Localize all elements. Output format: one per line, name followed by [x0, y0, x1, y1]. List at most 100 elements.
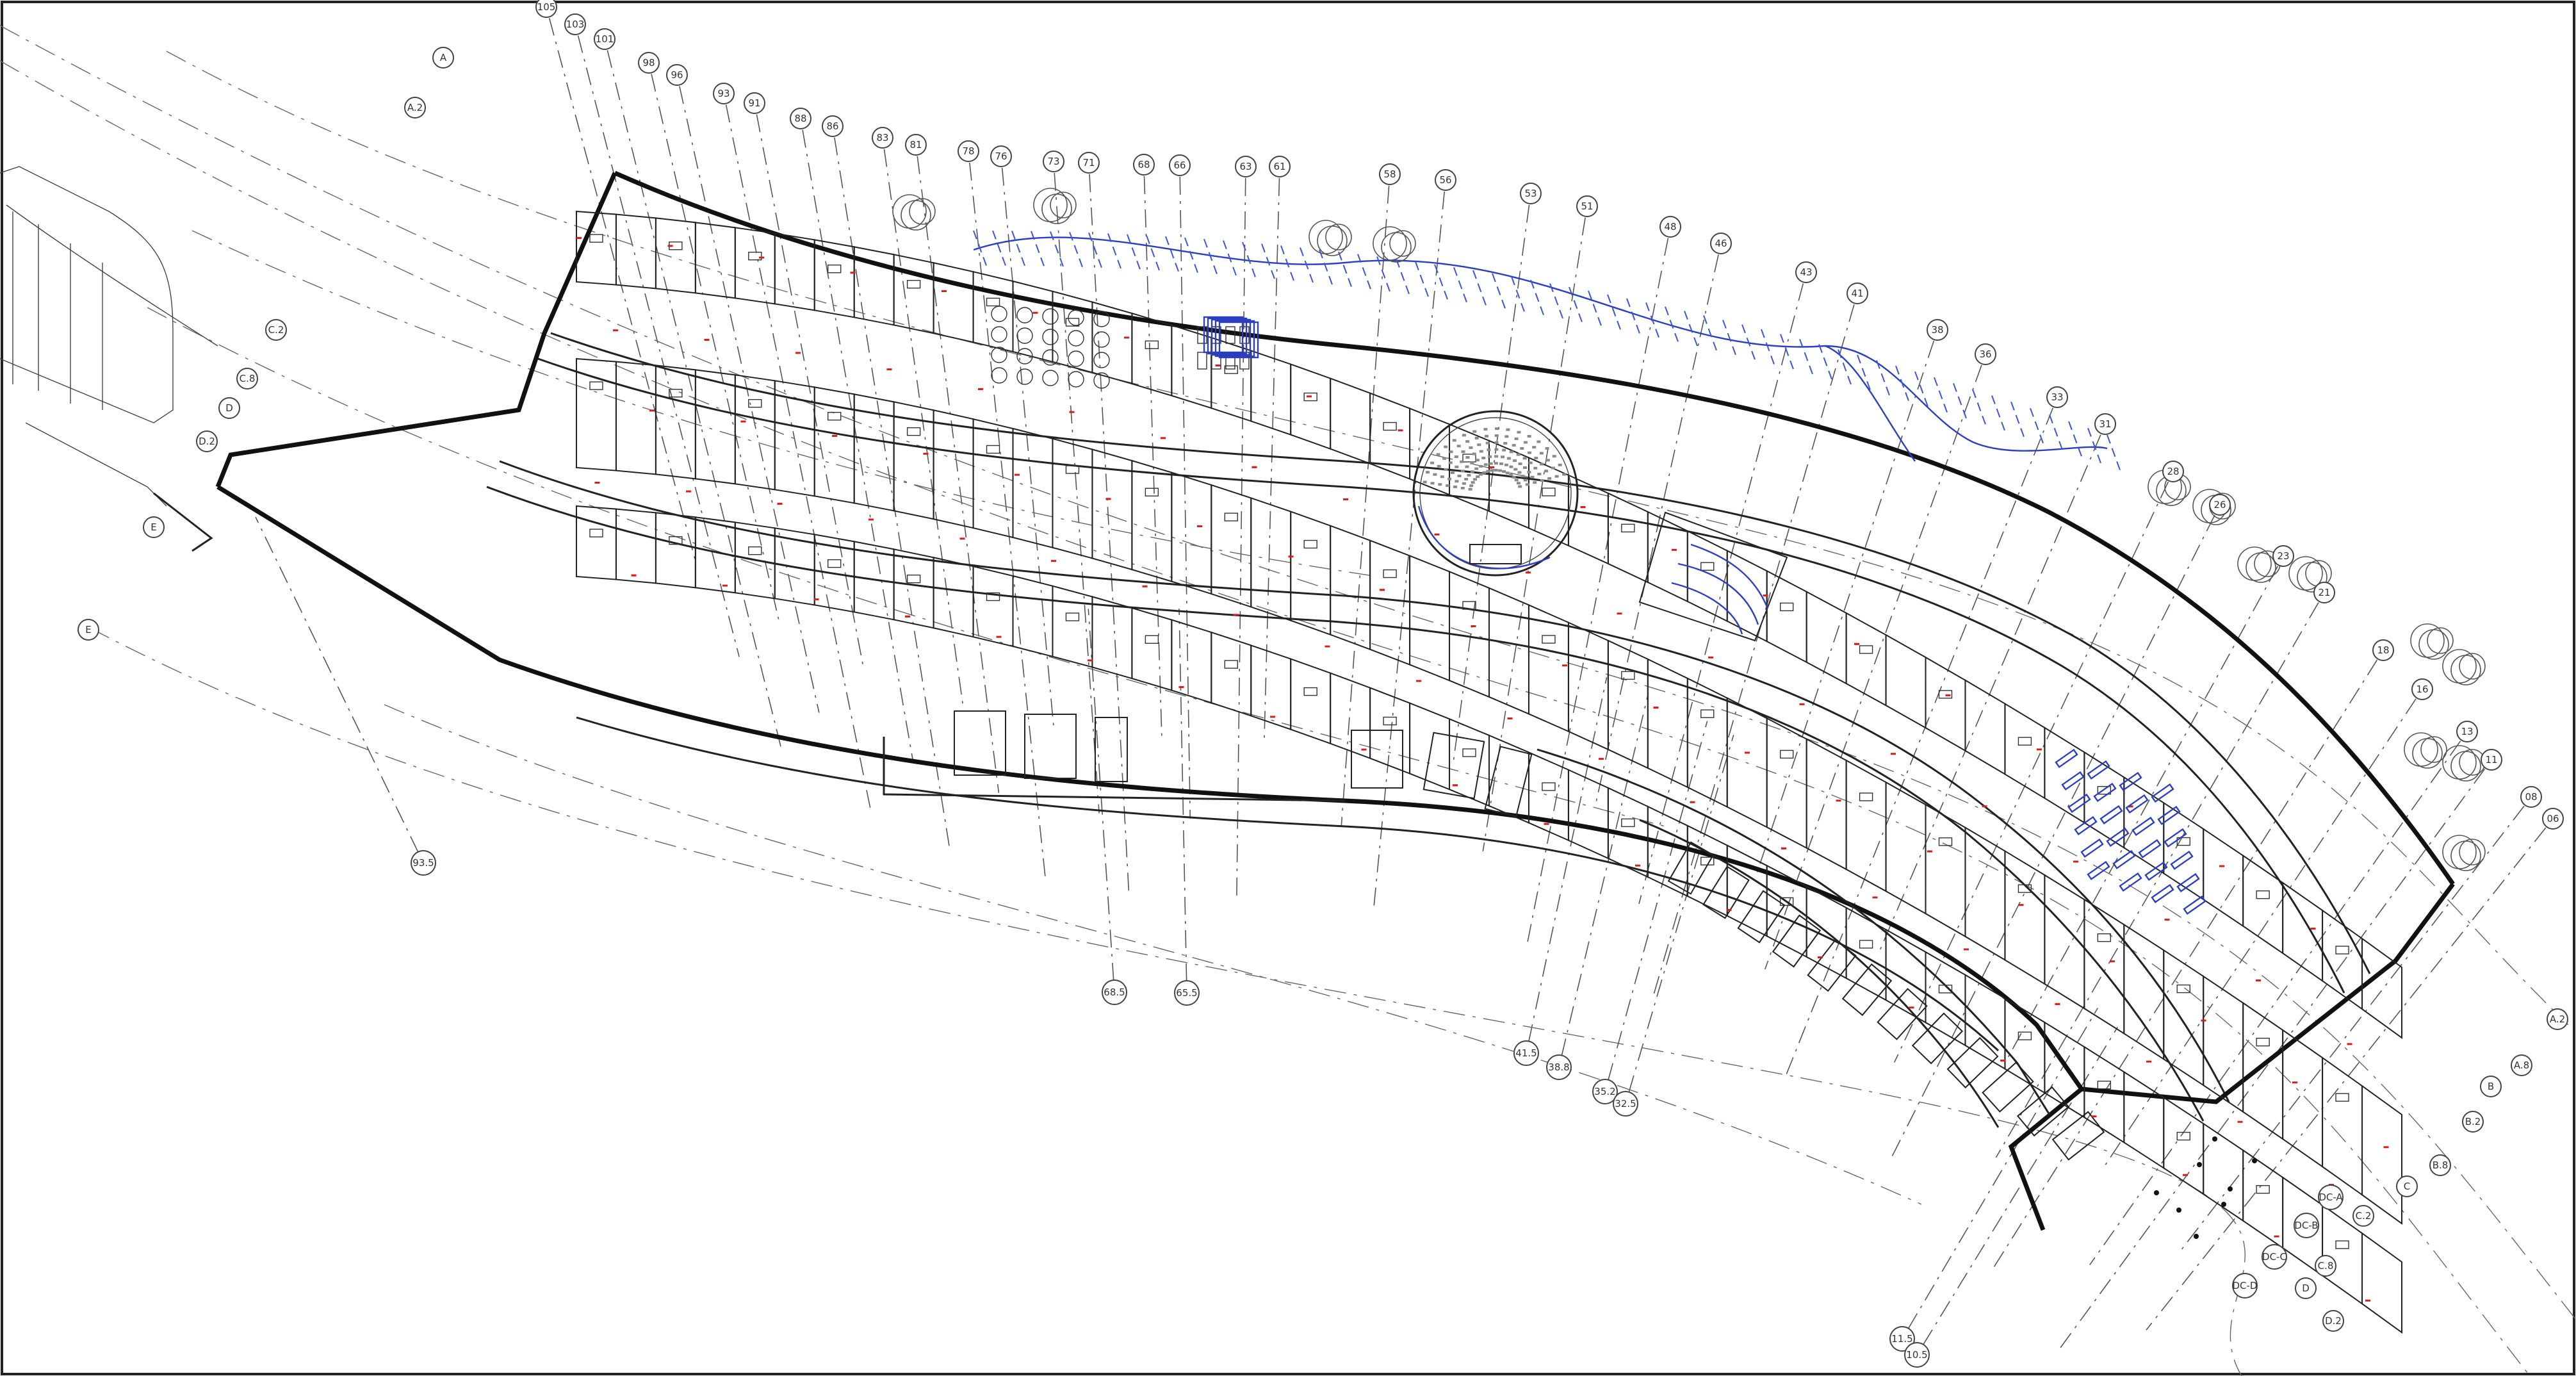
svg-text:93.5: 93.5: [412, 857, 434, 869]
svg-text:B.2: B.2: [2465, 1116, 2481, 1127]
grid-bubble-D: D: [2295, 1277, 2317, 1299]
grid-bubble-A_2: A.2: [2547, 1008, 2568, 1030]
grid-bubble-16: 16: [2411, 678, 2433, 700]
grid-bubble-DC-A: DC-A: [2318, 1184, 2344, 1210]
svg-text:18: 18: [2377, 644, 2389, 656]
svg-text:36: 36: [1979, 348, 1991, 360]
sheet-border: [1, 1, 2575, 1375]
grid-bubble-D_2: D.2: [2322, 1310, 2344, 1332]
grid-bubble-C: C: [2396, 1175, 2418, 1197]
grid-bubble-43: 43: [1795, 261, 1817, 283]
svg-text:38: 38: [1931, 324, 1943, 336]
svg-text:88: 88: [794, 113, 806, 124]
svg-text:103: 103: [566, 19, 585, 30]
svg-text:76: 76: [995, 151, 1007, 162]
floor-plan-drawing: 105 103 101 98 96 93 91 88 86 83 81 78 76 73 71 68 66 63 6…: [0, 0, 2576, 1376]
svg-text:66: 66: [1173, 160, 1186, 171]
svg-text:68: 68: [1137, 159, 1150, 170]
grid-bubble-18: 18: [2372, 639, 2394, 661]
grid-bubble-103: 103: [564, 13, 586, 35]
grid-bubble-C_8: C.8: [2315, 1255, 2336, 1277]
svg-text:DC-D: DC-D: [2233, 1280, 2258, 1291]
grid-bubble-DC-B: DC-B: [2294, 1213, 2319, 1238]
svg-text:81: 81: [909, 139, 922, 151]
svg-text:C.2: C.2: [2356, 1210, 2372, 1222]
grid-bubble-A_2: A.2: [404, 97, 426, 119]
svg-text:A.8: A.8: [2514, 1060, 2529, 1071]
svg-text:D.2: D.2: [199, 436, 215, 447]
grid-bubble-21: 21: [2313, 582, 2335, 603]
radial-grid-lines: [255, 18, 2547, 1349]
grid-bubble-C_8: C.8: [236, 368, 258, 389]
svg-text:A: A: [440, 52, 447, 63]
grid-bubble-23: 23: [2272, 545, 2294, 567]
svg-text:E: E: [85, 624, 91, 635]
svg-text:DC-B: DC-B: [2294, 1220, 2318, 1231]
grid-bubble-C_2: C.2: [2352, 1205, 2374, 1227]
grid-bubble-D: D: [218, 397, 240, 419]
grid-bubble-73: 73: [1043, 151, 1064, 172]
grid-bubble-68: 68: [1133, 154, 1155, 176]
grid-bubble-83: 83: [872, 127, 893, 149]
svg-text:11.5: 11.5: [1891, 1333, 1912, 1345]
svg-text:A.2: A.2: [2550, 1013, 2565, 1025]
grid-bubble-41_5: 41.5: [1513, 1040, 1539, 1066]
svg-text:C.8: C.8: [240, 373, 256, 384]
svg-text:83: 83: [876, 132, 888, 143]
svg-text:C.8: C.8: [2318, 1260, 2334, 1272]
svg-text:DC-A: DC-A: [2319, 1192, 2343, 1203]
grid-bubble-41: 41: [1846, 283, 1868, 304]
grid-bubble-38_8: 38.8: [1546, 1054, 1572, 1080]
svg-text:11: 11: [2485, 754, 2497, 766]
svg-text:38.8: 38.8: [1548, 1061, 1569, 1073]
grid-bubble-56: 56: [1435, 169, 1456, 191]
svg-text:A.2: A.2: [407, 102, 423, 113]
svg-text:98: 98: [642, 57, 655, 69]
grid-bubble-81: 81: [905, 134, 927, 156]
grid-bubble-105: 105: [535, 0, 557, 18]
grid-bubble-E: E: [77, 619, 99, 641]
room-number-tags: [576, 237, 2389, 1302]
svg-text:21: 21: [2318, 587, 2330, 598]
svg-text:41: 41: [1851, 288, 1863, 299]
svg-text:73: 73: [1047, 156, 1059, 167]
grid-bubble-31: 31: [2094, 413, 2116, 435]
grid-bubble-32_5: 32.5: [1613, 1091, 1638, 1117]
svg-text:C: C: [2404, 1181, 2410, 1192]
grid-bubble-93_5: 93.5: [411, 850, 436, 876]
svg-text:71: 71: [1082, 157, 1095, 168]
grid-bubble-68_5: 68.5: [1102, 979, 1127, 1005]
grid-bubble-98: 98: [638, 52, 660, 74]
grid-bubble-C_2: C.2: [265, 319, 287, 341]
svg-text:65.5: 65.5: [1176, 987, 1197, 999]
svg-text:41.5: 41.5: [1515, 1047, 1537, 1059]
grid-bubble-71: 71: [1078, 152, 1100, 174]
svg-text:86: 86: [826, 120, 838, 132]
svg-text:93: 93: [717, 88, 730, 99]
building-outline: [215, 170, 2455, 1231]
grid-bubble-96: 96: [666, 64, 688, 86]
grid-bubble-26: 26: [2209, 494, 2231, 516]
svg-text:D.2: D.2: [2325, 1315, 2342, 1327]
grid-bubble-58: 58: [1379, 163, 1401, 185]
grid-bubble-76: 76: [990, 145, 1012, 167]
room-partitions: [576, 210, 2402, 1334]
svg-text:46: 46: [1715, 238, 1727, 249]
canopy-outline: [973, 230, 2122, 474]
grid-bubble-33: 33: [2046, 386, 2068, 408]
grid-bubble-B_2: B.2: [2462, 1111, 2484, 1133]
grid-bubble-86: 86: [822, 115, 844, 137]
curved-grid-lines: [0, 25, 2576, 1376]
svg-text:58: 58: [1383, 168, 1396, 180]
svg-text:33: 33: [2051, 391, 2063, 403]
grid-bubble-66: 66: [1169, 154, 1191, 176]
grid-bubble-38: 38: [1927, 319, 1948, 341]
svg-text:91: 91: [748, 97, 760, 109]
svg-text:35.2: 35.2: [1594, 1086, 1615, 1097]
grid-bubble-61: 61: [1269, 156, 1291, 177]
grid-bubble-88: 88: [790, 108, 811, 129]
grid-bubble-11: 11: [2481, 749, 2502, 771]
grid-bubble-DC-D: DC-D: [2232, 1273, 2258, 1298]
grid-bubble-13: 13: [2456, 721, 2478, 742]
svg-text:105: 105: [537, 1, 556, 13]
